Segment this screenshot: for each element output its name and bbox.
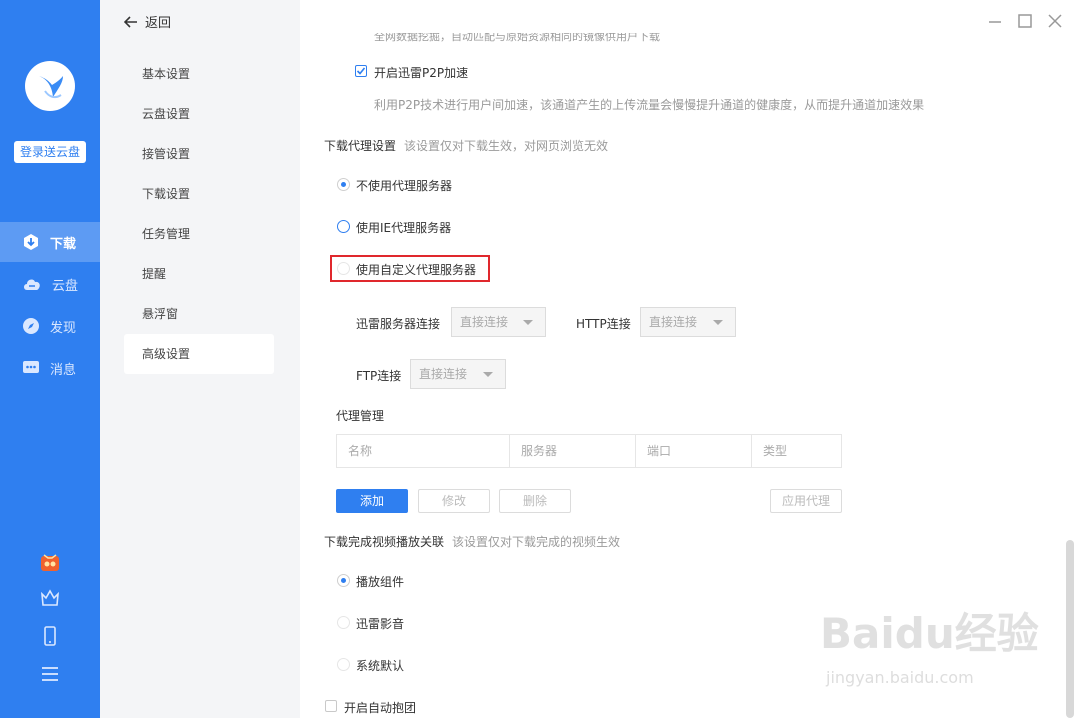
- menu-icon[interactable]: [40, 664, 60, 684]
- http-conn-value: 直接连接: [649, 315, 698, 329]
- subnav-item-reminder[interactable]: 提醒: [124, 254, 274, 294]
- system-default-radio[interactable]: [337, 658, 350, 671]
- message-icon: [23, 361, 39, 373]
- ftp-conn-label: FTP连接: [356, 369, 402, 383]
- sidebar-item-cloud[interactable]: 云盘: [0, 264, 100, 304]
- player-component-radio[interactable]: [337, 574, 350, 587]
- chevron-down-icon: [713, 320, 723, 325]
- video-section-title: 下载完成视频播放关联 该设置仅对下载完成的视频生效: [324, 533, 620, 550]
- sidebar-item-label: 云盘: [52, 278, 79, 294]
- ie-proxy-label: 使用IE代理服务器: [356, 221, 452, 235]
- proxy-title: 下载代理设置: [324, 139, 397, 153]
- p2p-desc: 利用P2P技术进行用户间加速，该通道产生的上传流量会慢慢提升通道的健康度，从而提…: [374, 98, 925, 112]
- subnav-item-basic[interactable]: 基本设置: [124, 54, 274, 94]
- watermark-url: jingyan.baidu.com: [826, 668, 974, 687]
- watermark-logo: Baidu经验: [820, 609, 1039, 658]
- system-default-label: 系统默认: [356, 659, 405, 673]
- auto-group-label: 开启自动抱团: [344, 701, 417, 715]
- proxy-hint: 该设置仅对下载生效，对网页浏览无效: [404, 139, 609, 153]
- mirror-desc-cut: 全网数据挖掘，自动匹配与原始资源相同的镜像供用户下载: [374, 33, 660, 43]
- auto-group-checkbox[interactable]: [325, 700, 337, 712]
- no-proxy-label: 不使用代理服务器: [356, 179, 453, 193]
- crown-icon[interactable]: [40, 588, 60, 608]
- back-label: 返回: [145, 16, 172, 31]
- subnav-item-cloud[interactable]: 云盘设置: [124, 94, 274, 134]
- cloud-icon: [24, 279, 40, 290]
- no-proxy-radio[interactable]: [337, 178, 350, 191]
- xunlei-conn-value: 直接连接: [460, 315, 509, 329]
- main-sidebar: 登录送云盘 下载 云盘 发现 消息: [0, 0, 100, 718]
- player-component-label: 播放组件: [356, 575, 405, 589]
- xunlei-player-radio[interactable]: [337, 616, 350, 629]
- sidebar-item-download[interactable]: 下载: [0, 222, 100, 262]
- video-hint: 该设置仅对下载完成的视频生效: [452, 535, 621, 549]
- sidebar-item-discover[interactable]: 发现: [0, 306, 100, 346]
- xunlei-player-label: 迅雷影音: [356, 617, 405, 631]
- proxy-table-header: 名称 服务器 端口 类型: [336, 434, 842, 468]
- subnav-item-download[interactable]: 下载设置: [124, 174, 274, 214]
- app-logo: [25, 61, 75, 111]
- xunlei-conn-select[interactable]: 直接连接: [451, 307, 546, 337]
- compass-icon: [23, 318, 39, 334]
- col-name: 名称: [337, 435, 510, 467]
- col-server: 服务器: [510, 435, 636, 467]
- p2p-label: 开启迅雷P2P加速: [374, 66, 469, 80]
- edit-proxy-button[interactable]: 修改: [418, 489, 490, 513]
- sidebar-item-label: 消息: [50, 362, 77, 378]
- highlight-box: [330, 255, 490, 282]
- login-cloud-button[interactable]: 登录送云盘: [14, 141, 86, 163]
- proxy-mgmt-title: 代理管理: [336, 409, 385, 423]
- col-type: 类型: [763, 444, 788, 458]
- sidebar-item-messages[interactable]: 消息: [0, 348, 100, 388]
- download-icon: [24, 234, 38, 250]
- ie-proxy-radio[interactable]: [337, 220, 350, 233]
- subnav-item-takeover[interactable]: 接管设置: [124, 134, 274, 174]
- delete-proxy-button[interactable]: 删除: [499, 489, 571, 513]
- video-title: 下载完成视频播放关联: [324, 535, 445, 549]
- http-conn-label: HTTP连接: [576, 317, 631, 331]
- subnav-item-float-window[interactable]: 悬浮窗: [124, 294, 274, 334]
- arrow-left-icon: [124, 15, 137, 28]
- subnav-item-advanced[interactable]: 高级设置: [124, 334, 274, 374]
- sidebar-item-label: 发现: [50, 320, 77, 336]
- add-proxy-button[interactable]: 添加: [336, 489, 408, 513]
- col-port: 端口: [636, 435, 752, 467]
- apply-proxy-button[interactable]: 应用代理: [770, 489, 842, 513]
- chevron-down-icon: [523, 320, 533, 325]
- scrollbar[interactable]: [1066, 540, 1074, 718]
- xunlei-conn-label: 迅雷服务器连接: [356, 317, 441, 331]
- settings-nav: 基本设置 云盘设置 接管设置 下载设置 任务管理 提醒 悬浮窗 高级设置: [100, 0, 300, 718]
- ftp-conn-value: 直接连接: [419, 367, 468, 381]
- game-icon[interactable]: [40, 552, 60, 572]
- check-icon: [356, 67, 366, 75]
- ftp-conn-select[interactable]: 直接连接: [410, 359, 506, 389]
- http-conn-select[interactable]: 直接连接: [640, 307, 736, 337]
- subnav-item-tasks[interactable]: 任务管理: [124, 214, 274, 254]
- proxy-section-title: 下载代理设置 该设置仅对下载生效，对网页浏览无效: [324, 137, 608, 154]
- phone-icon[interactable]: [40, 626, 60, 646]
- chevron-down-icon: [483, 372, 493, 377]
- p2p-checkbox[interactable]: [355, 65, 367, 77]
- sidebar-item-label: 下载: [50, 236, 77, 252]
- back-button[interactable]: 返回: [124, 12, 171, 31]
